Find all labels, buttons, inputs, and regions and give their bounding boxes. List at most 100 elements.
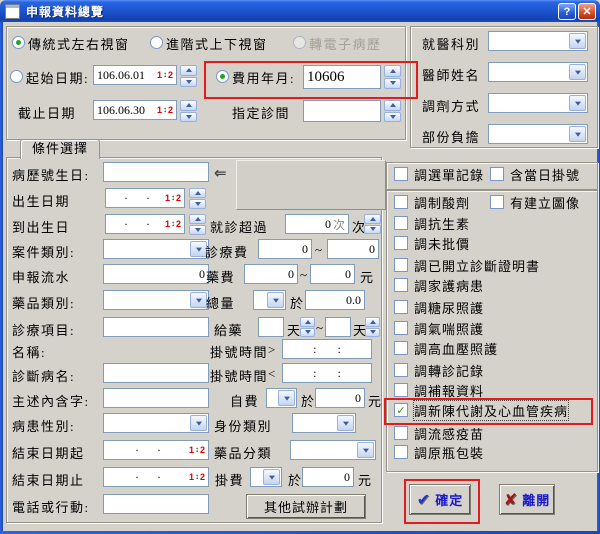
checkbox-diagnosis-certificate[interactable]: 調已開立診斷證明書 — [394, 256, 540, 274]
to-birth-spinner[interactable] — [189, 214, 206, 235]
checkmark-icon[interactable]: ✓ — [394, 403, 408, 417]
chevron-down-icon[interactable] — [190, 292, 207, 308]
regtime-lt-input[interactable]: : : — [282, 363, 372, 383]
chevron-down-icon[interactable] — [569, 95, 586, 111]
checkbox-box[interactable] — [490, 167, 504, 181]
visits-spinner[interactable] — [364, 214, 381, 234]
start-date-spinner[interactable] — [180, 65, 197, 87]
radio-advanced-view[interactable] — [150, 36, 163, 49]
chevron-down-icon[interactable] — [263, 469, 280, 485]
room-input[interactable] — [303, 100, 381, 122]
room-spinner[interactable] — [384, 100, 401, 122]
checkbox-box[interactable] — [394, 258, 408, 272]
other-pilot-plan-button[interactable]: 其他試辦計劃 — [246, 494, 366, 519]
checkbox-box[interactable] — [394, 300, 408, 314]
chevron-down-icon[interactable] — [267, 292, 284, 308]
radio-start-date[interactable] — [10, 70, 23, 83]
checkbox-diabetes-care[interactable]: 調糖尿照護 — [394, 298, 484, 316]
checkbox-box[interactable] — [394, 195, 408, 209]
end-from-input[interactable]: · · 1 ↕ 2 — [103, 440, 209, 460]
checkbox-box[interactable] — [394, 341, 408, 355]
gender-select[interactable] — [103, 413, 209, 433]
total-input[interactable]: 0.0 — [305, 290, 365, 310]
tab-condition-select[interactable]: 條件選擇 — [20, 139, 100, 159]
title-bar[interactable]: 申報資料總覽 ? ✕ — [0, 0, 600, 22]
diagnosis-input[interactable] — [103, 363, 209, 383]
consult-fee-from-input[interactable]: 0 — [258, 239, 312, 259]
checkbox-box[interactable] — [394, 426, 408, 440]
date-picker-icon[interactable]: 1 ↕ 2 — [157, 105, 173, 115]
date-picker-icon[interactable]: 1 ↕ 2 — [189, 445, 205, 455]
chevron-down-icon[interactable] — [569, 33, 586, 49]
chevron-down-icon[interactable] — [337, 415, 354, 431]
dispense-from-input[interactable] — [258, 317, 284, 337]
checkbox-antacid[interactable]: 調制酸劑 — [394, 193, 470, 211]
birth-date-input[interactable]: · · 1 ↕ 2 — [105, 188, 185, 208]
checkbox-homecare[interactable]: 調家護病患 — [394, 276, 484, 294]
checkbox-box[interactable] — [394, 383, 408, 397]
checkbox-hypertension-care[interactable]: 調高血壓照護 — [394, 339, 498, 357]
checkbox-has-image[interactable]: 有建立圖像 — [490, 193, 580, 211]
start-date-input[interactable]: 106.06.01 1 ↕ 2 — [93, 65, 177, 85]
date-picker-icon[interactable]: 1 ↕ 2 — [165, 219, 181, 229]
date-picker-icon[interactable]: 1 ↕ 2 — [165, 193, 181, 203]
checkbox-asthma-care[interactable]: 調氣喘照護 — [394, 319, 484, 337]
chevron-down-icon[interactable] — [569, 126, 586, 142]
chevron-down-icon[interactable] — [278, 390, 295, 406]
treat-item-input[interactable] — [103, 317, 209, 337]
dept-select[interactable] — [488, 31, 588, 51]
checkbox-antibiotic[interactable]: 調抗生素 — [394, 214, 470, 232]
checkbox-box[interactable] — [394, 278, 408, 292]
dispense-from-spinner[interactable] — [300, 317, 315, 337]
checkbox-box[interactable] — [490, 195, 504, 209]
selfpay-op-select[interactable] — [266, 388, 297, 408]
copay-select[interactable] — [488, 124, 588, 144]
dispense-to-input[interactable] — [325, 317, 351, 337]
chevron-down-icon[interactable] — [569, 64, 586, 80]
phone-input[interactable] — [103, 494, 209, 514]
doctor-select[interactable] — [488, 62, 588, 82]
regfee-input[interactable]: 0 — [302, 467, 354, 487]
visits-input[interactable]: 0 次 — [285, 214, 349, 234]
checkbox-box[interactable] — [394, 216, 408, 230]
help-button[interactable]: ? — [558, 3, 576, 20]
checkbox-box[interactable] — [394, 167, 408, 181]
checkbox-metabolic-cardiovascular[interactable]: ✓ 調新陳代謝及心血管疾病 — [394, 399, 570, 421]
date-picker-icon[interactable]: 1 ↕ 2 — [157, 70, 173, 80]
drug-fee-from-input[interactable]: 0 — [244, 264, 298, 284]
drug-fee-to-input[interactable]: 0 — [310, 264, 355, 284]
selfpay-input[interactable]: 0 — [315, 388, 365, 408]
complaint-input[interactable] — [103, 388, 209, 408]
stop-date-input[interactable]: 106.06.30 1 ↕ 2 — [93, 100, 177, 120]
date-picker-icon[interactable]: 1 ↕ 2 — [189, 472, 205, 482]
radio-fee-month[interactable] — [216, 70, 229, 83]
checkbox-unbilled[interactable]: 調未批價 — [394, 234, 470, 252]
chevron-down-icon[interactable] — [190, 415, 207, 431]
end-to-input[interactable]: · · 1 ↕ 2 — [103, 467, 209, 487]
checkbox-supplement-data[interactable]: 調補報資料 — [394, 381, 484, 399]
serial-input[interactable]: 0 — [103, 264, 209, 284]
checkbox-flu-vaccine[interactable]: 調流感疫苗 — [394, 424, 484, 442]
chart-birth-input[interactable] — [103, 162, 209, 182]
checkbox-box[interactable] — [394, 236, 408, 250]
identity-select[interactable] — [292, 413, 356, 433]
dispense-method-select[interactable] — [488, 93, 588, 113]
birth-date-spinner[interactable] — [189, 188, 206, 209]
checkbox-original-bottle[interactable]: 調原瓶包裝 — [394, 443, 484, 461]
stop-date-spinner[interactable] — [180, 100, 197, 122]
checkbox-box[interactable] — [394, 321, 408, 335]
checkbox-box[interactable] — [394, 363, 408, 377]
checkbox-box[interactable] — [394, 445, 408, 459]
total-op-select[interactable] — [253, 290, 286, 310]
radio-traditional-view[interactable] — [12, 36, 25, 49]
drug-class-select[interactable] — [290, 440, 376, 460]
fee-month-spinner[interactable] — [384, 65, 401, 89]
checkbox-include-today[interactable]: 含當日掛號 — [490, 165, 580, 183]
ok-button[interactable]: ✔ 確定 — [409, 484, 471, 515]
checkbox-referral-record[interactable]: 調轉診記錄 — [394, 361, 484, 379]
to-birth-input[interactable]: · · 1 ↕ 2 — [105, 214, 185, 234]
drug-type-select[interactable] — [103, 290, 209, 310]
close-button[interactable]: ✕ — [578, 3, 596, 20]
regtime-gt-input[interactable]: : : — [282, 339, 372, 359]
checkbox-menu-record[interactable]: 調選單記錄 — [394, 165, 484, 183]
